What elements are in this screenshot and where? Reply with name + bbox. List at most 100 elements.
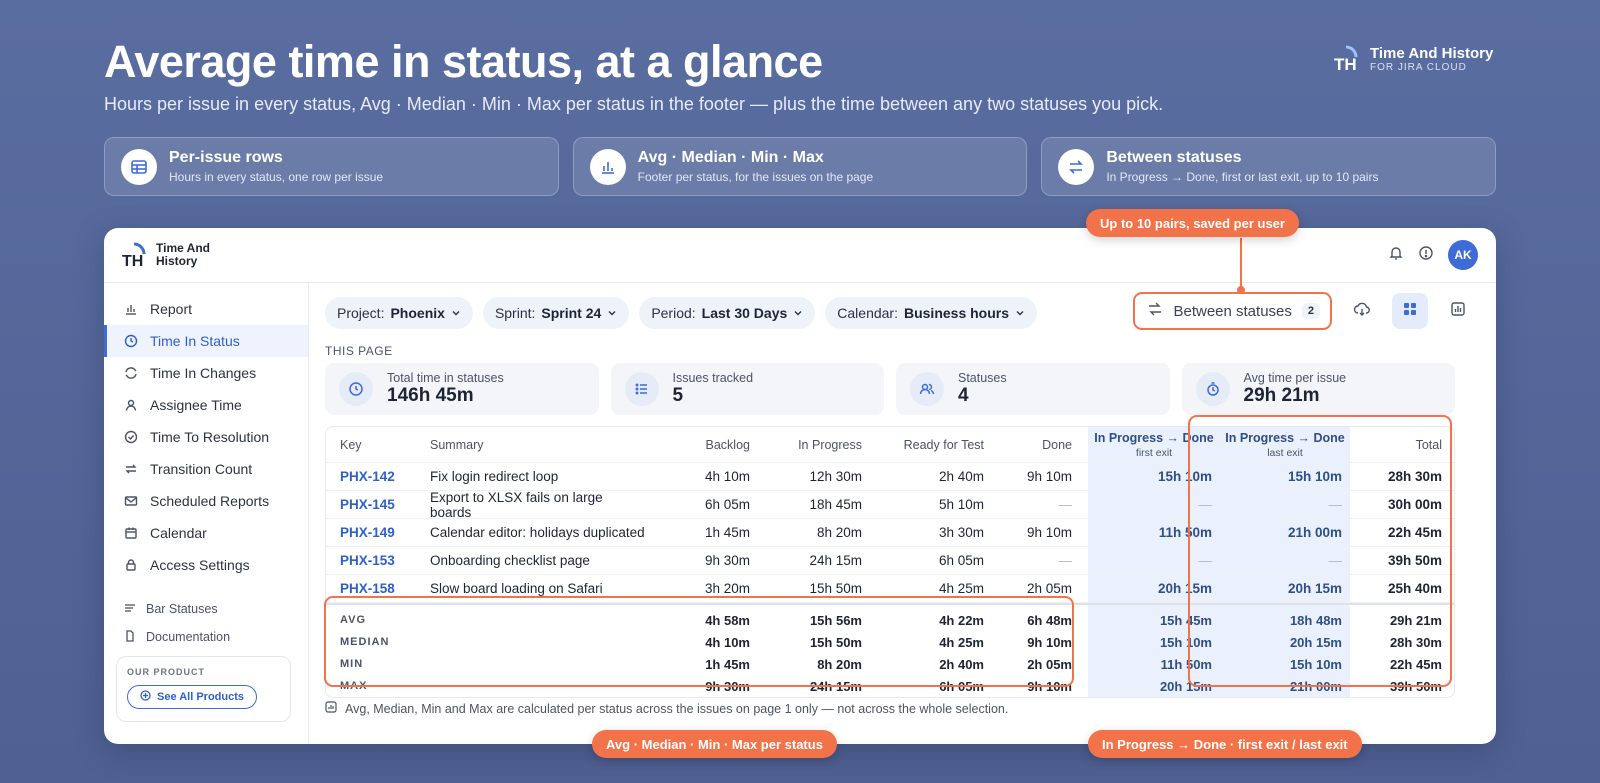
calendar-icon [124,526,138,540]
feature-desc: Hours in every status, one row per issue [169,170,384,184]
hero-title: Average time in status, at a glance [104,36,823,87]
chevron-down-icon [451,305,461,321]
stat-statuses: Statuses 4 [896,363,1170,415]
chart-icon [325,701,337,716]
stat-label: Issues tracked [672,371,754,385]
between-columns-highlight [1188,415,1452,687]
filter-calendar[interactable]: Calendar: Business hours [825,297,1038,329]
brand-sub: FOR JIRA CLOUD [1370,61,1467,73]
between-statuses-button[interactable]: Between statuses 2 [1133,292,1332,330]
chart-view-button[interactable] [1440,293,1476,329]
sidebar-item-transition-count[interactable]: Transition Count [104,453,308,485]
svg-text:TH: TH [1334,55,1357,74]
callout-pairs: Up to 10 pairs, saved per user [1086,209,1299,237]
cell-key[interactable]: PHX-145 [340,491,430,518]
sidebar-item-assignee-time[interactable]: Assignee Time [104,389,308,421]
check-circle-icon [124,430,138,444]
callout-dot [1237,286,1245,294]
swap-arrows-icon [1058,148,1095,185]
sidebar-item-label: Scheduled Reports [150,493,270,509]
cell-in-progress: 18h 45m [809,497,862,512]
sidebar-item-label: Time To Resolution [150,429,270,445]
sidebar-item-label: Time In Changes [150,365,257,381]
cell-in-progress: 24h 15m [809,553,862,568]
sidebar-item-time-in-changes[interactable]: Time In Changes [104,357,308,389]
table-icon [121,148,157,185]
feature-desc: Footer per status, for the issues on the… [637,170,874,184]
feature-cards: Per-issue rows Hours in every status, one… [104,137,1497,196]
app-logo[interactable]: TH Time And History [122,241,210,270]
info-icon[interactable] [1418,245,1434,266]
filter-value: Phoenix [390,305,445,321]
cell-key[interactable]: PHX-149 [340,519,430,546]
cell-backlog: 6h 05m [704,497,750,512]
stat-value: 146h 45m [387,385,474,406]
sidebar-item-label: Time In Status [150,333,240,349]
sidebar-item-calendar[interactable]: Calendar [104,517,308,549]
filter-bar: Project: Phoenix Sprint: Sprint 24 Period:… [325,297,1038,329]
cell-ready: 5h 10m [938,497,984,512]
list-icon [124,602,136,617]
sidebar-item-label: Calendar [150,525,207,541]
feature-per-issue: Per-issue rows Hours in every status, one… [104,137,559,196]
cell-in-progress: 8h 20m [816,525,862,540]
cell-done: 9h 10m [1026,525,1072,540]
filter-project[interactable]: Project: Phoenix [325,297,473,329]
cell-backlog: 9h 30m [704,553,750,568]
between-statuses-label: Between statuses [1173,302,1292,320]
col-key[interactable]: Key [340,427,362,462]
hero-subtitle: Hours per issue in every status, Avg · M… [104,94,1164,114]
feature-title: Avg · Median · Min · Max [637,149,824,166]
filter-period[interactable]: Period: Last 30 Days [639,297,816,329]
mail-icon [124,494,138,508]
cell-key[interactable]: PHX-142 [340,463,430,490]
brand-name: Time And History [1370,44,1494,62]
app-logo-line2: History [156,254,198,268]
col-between-first-sub: first exit [1135,446,1173,459]
sidebar-item-time-to-resolution[interactable]: Time To Resolution [104,421,308,453]
grid-icon [1402,301,1418,322]
toolbar-right: Between statuses 2 [1133,292,1476,330]
bell-icon[interactable] [1388,245,1404,266]
filter-value: Business hours [903,305,1010,321]
stat-issues: Issues tracked 5 [610,363,884,415]
callout-footer-stats: Avg · Median · Min · Max per status [592,730,837,758]
cell-ready: 3h 30m [938,525,984,540]
cell-in-progress: 12h 30m [809,469,862,484]
sidebar-item-bar-statuses[interactable]: Bar Statuses [104,595,308,623]
sidebar-item-label: Assignee Time [150,397,242,413]
cell-key[interactable]: PHX-153 [340,547,430,574]
filter-sprint[interactable]: Sprint: Sprint 24 [482,297,630,329]
see-all-products-button[interactable]: See All Products [127,685,258,709]
bar-chart-icon [589,148,626,185]
app-logo-icon: TH [122,242,146,269]
footer-stats-highlight [324,596,1074,687]
brand-logo-icon: TH [1334,44,1360,74]
svg-text:TH: TH [122,253,143,269]
filter-key: Calendar: [837,305,898,321]
download-button[interactable] [1344,293,1380,329]
col-ready-for-test[interactable]: Ready for Test [866,427,984,462]
chevron-down-icon [1015,305,1025,321]
stats-row: Total time in statuses 146h 45m Issues tr… [325,363,1455,415]
col-in-progress[interactable]: In Progress [756,427,862,462]
see-all-label: See All Products [157,691,245,703]
cell-summary: Export to XLSX fails on large boards [430,489,603,520]
feature-title: Per-issue rows [169,149,283,166]
col-summary[interactable]: Summary [430,427,483,462]
bar-chart-icon [124,302,138,316]
between-count-badge: 2 [1301,303,1320,319]
sidebar-item-time-in-status[interactable]: Time In Status [104,325,308,357]
avatar[interactable]: AK [1448,240,1478,270]
sidebar-item-scheduled-reports[interactable]: Scheduled Reports [104,485,308,517]
refresh-icon [124,366,138,380]
section-label: THIS PAGE [325,344,393,358]
grid-view-button[interactable] [1392,293,1428,329]
stat-avg-time: Avg time per issue 29h 21m [1181,363,1455,415]
sidebar-item-documentation[interactable]: Documentation [104,623,308,651]
col-done[interactable]: Done [986,427,1072,462]
sidebar-item-report[interactable]: Report [104,293,308,325]
col-backlog[interactable]: Backlog [646,427,750,462]
sidebar-item-access-settings[interactable]: Access Settings [104,549,308,581]
clock-icon [339,372,373,406]
